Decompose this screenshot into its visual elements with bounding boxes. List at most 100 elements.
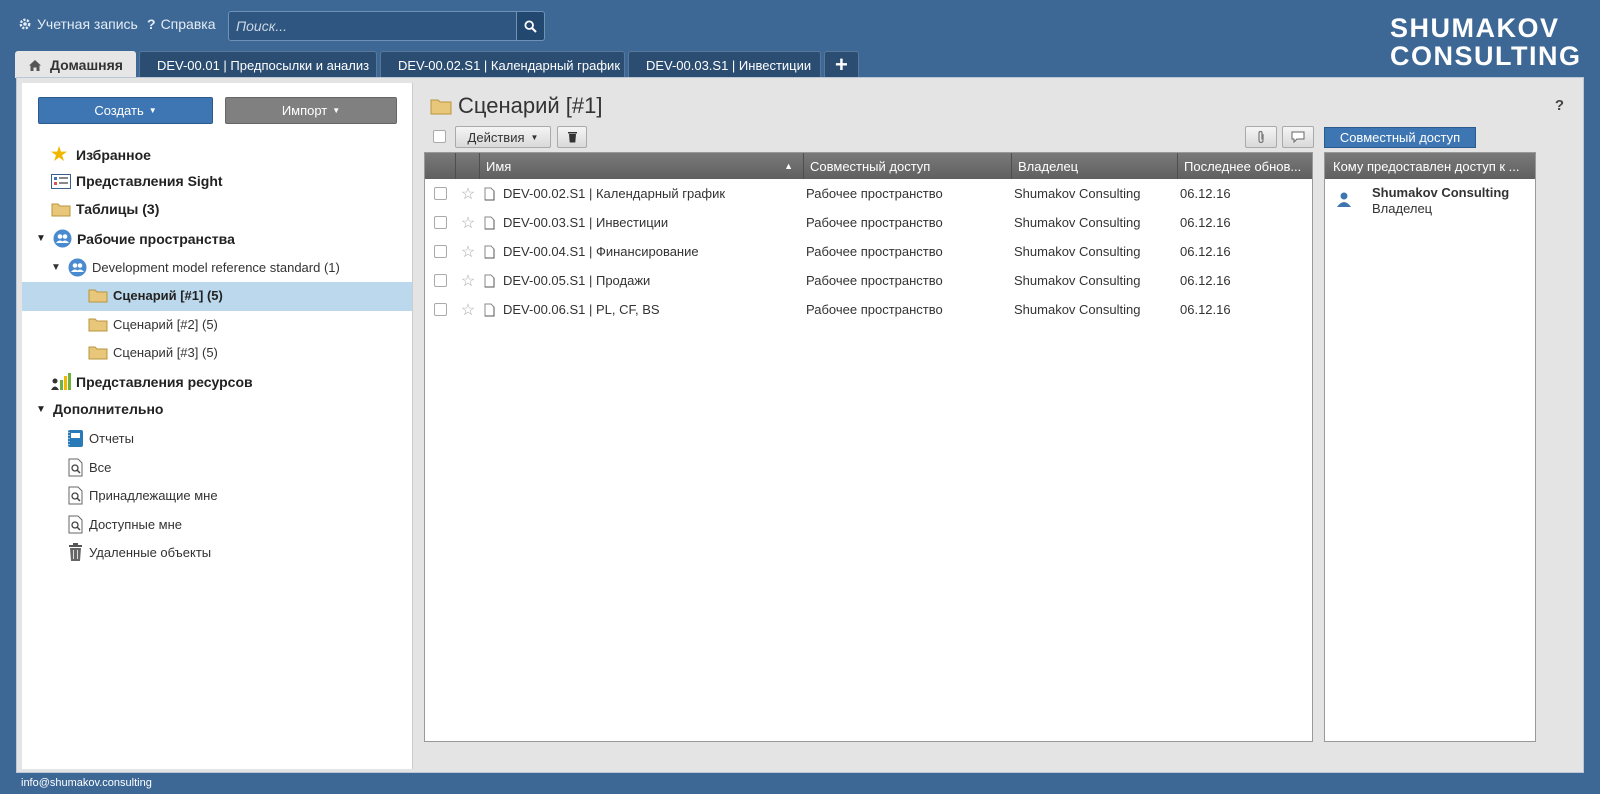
tree-favorites-label: Избранное bbox=[76, 146, 151, 163]
search-button[interactable] bbox=[517, 11, 545, 41]
caret-down-icon: ▼ bbox=[530, 132, 539, 142]
tree-tables[interactable]: Таблицы (3) bbox=[51, 201, 159, 217]
tree-scenario-2[interactable]: Сценарий [#2] (5) bbox=[88, 317, 218, 332]
row-owner: Shumakov Consulting bbox=[1014, 244, 1141, 259]
tree-resource-views[interactable]: Представления ресурсов bbox=[51, 373, 253, 391]
tab-label: DEV-00.03.S1 | Инвестиции bbox=[645, 57, 812, 73]
table-row[interactable]: ☆ DEV-00.05.S1 | Продажи Рабочее простра… bbox=[425, 266, 1312, 295]
header-last-updated[interactable]: Последнее обнов... bbox=[1178, 153, 1312, 179]
row-date: 06.12.16 bbox=[1180, 273, 1231, 288]
plus-icon: + bbox=[835, 52, 848, 77]
company-logo: SHUMAKOV CONSULTING bbox=[1390, 14, 1582, 70]
row-owner: Shumakov Consulting bbox=[1014, 215, 1141, 230]
star-outline-icon[interactable]: ☆ bbox=[461, 242, 475, 262]
tree-deleted[interactable]: Удаленные объекты bbox=[67, 543, 211, 562]
tab-label: DEV-00.02.S1 | Календарный график bbox=[397, 57, 621, 73]
row-checkbox[interactable] bbox=[434, 303, 447, 316]
tree-workspace-item-label: Development model reference standard (1) bbox=[92, 260, 340, 275]
row-sharing: Рабочее пространство bbox=[806, 244, 943, 259]
tab-home[interactable]: Домашняя bbox=[15, 51, 136, 78]
tab-dev-00-02[interactable]: DEV-00.02.S1 | Календарный график bbox=[379, 51, 625, 78]
row-checkbox[interactable] bbox=[434, 216, 447, 229]
star-outline-icon[interactable]: ☆ bbox=[461, 213, 475, 233]
comment-button[interactable] bbox=[1282, 126, 1314, 148]
sheet-icon bbox=[484, 303, 495, 316]
tree-all[interactable]: Все bbox=[67, 458, 111, 477]
table-row[interactable]: ☆ DEV-00.06.S1 | PL, CF, BS Рабочее прос… bbox=[425, 295, 1312, 324]
tab-dev-00-01[interactable]: DEV-00.01 | Предпосылки и анализ bbox=[138, 51, 377, 78]
header-name[interactable]: Имя ▲ bbox=[480, 153, 804, 179]
table-row[interactable]: ☆ DEV-00.02.S1 | Календарный график Рабо… bbox=[425, 179, 1312, 208]
delete-button[interactable] bbox=[557, 126, 587, 148]
tree-additional[interactable]: ▼ Дополнительно bbox=[36, 401, 163, 417]
header-owner[interactable]: Владелец bbox=[1012, 153, 1178, 179]
header-sharing[interactable]: Совместный доступ bbox=[804, 153, 1012, 179]
row-sharing: Рабочее пространство bbox=[806, 273, 943, 288]
row-checkbox[interactable] bbox=[434, 187, 447, 200]
question-icon: ? bbox=[147, 16, 156, 32]
folder-icon bbox=[430, 99, 452, 114]
tree-scenario-label: Сценарий [#2] (5) bbox=[113, 317, 218, 332]
star-outline-icon[interactable]: ☆ bbox=[461, 300, 475, 320]
share-panel-header: Кому предоставлен доступ к ... bbox=[1325, 153, 1535, 179]
page-title: Сценарий [#1] bbox=[430, 93, 602, 119]
table-row[interactable]: ☆ DEV-00.03.S1 | Инвестиции Рабочее прос… bbox=[425, 208, 1312, 237]
tree-additional-label: Дополнительно bbox=[53, 401, 164, 417]
sheet-icon bbox=[484, 216, 495, 229]
add-tab-button[interactable]: + bbox=[823, 51, 859, 78]
trash-icon bbox=[69, 543, 82, 561]
row-name: DEV-00.04.S1 | Финансирование bbox=[503, 244, 699, 259]
tree-workspace-item[interactable]: ▼ Development model reference standard (… bbox=[51, 258, 340, 277]
select-all-checkbox[interactable] bbox=[433, 130, 446, 143]
workspace-icon bbox=[53, 229, 72, 248]
sheet-icon bbox=[484, 187, 495, 200]
help-label: Справка bbox=[160, 16, 216, 32]
paperclip-icon bbox=[1258, 130, 1264, 144]
tree-reports-label: Отчеты bbox=[89, 431, 134, 446]
home-icon bbox=[29, 59, 41, 71]
row-date: 06.12.16 bbox=[1180, 186, 1231, 201]
items-table: Имя ▲ Совместный доступ Владелец Последн… bbox=[424, 152, 1313, 742]
star-outline-icon[interactable]: ☆ bbox=[461, 184, 475, 204]
top-bar: Учетная запись ? Справка Поиск... SHUMAK… bbox=[0, 0, 1600, 70]
tree-owned-by-me[interactable]: Принадлежащие мне bbox=[67, 486, 218, 505]
tree-reports[interactable]: Отчеты bbox=[67, 429, 134, 448]
import-button[interactable]: Импорт ▼ bbox=[225, 97, 397, 124]
account-link[interactable]: Учетная запись bbox=[18, 16, 138, 32]
search-bar: Поиск... bbox=[228, 11, 545, 41]
tree-workspaces[interactable]: ▼ Рабочие пространства bbox=[36, 229, 235, 248]
tree-shared-with-me[interactable]: Доступные мне bbox=[67, 515, 182, 534]
tab-dev-00-03[interactable]: DEV-00.03.S1 | Инвестиции bbox=[627, 51, 821, 78]
expand-triangle-icon[interactable]: ▼ bbox=[36, 233, 48, 244]
header-checkbox-column bbox=[425, 153, 456, 179]
row-checkbox[interactable] bbox=[434, 274, 447, 287]
trash-icon bbox=[567, 132, 577, 143]
footer-email[interactable]: info@shumakov.consulting bbox=[21, 777, 152, 789]
expand-triangle-icon[interactable]: ▼ bbox=[51, 262, 63, 273]
search-input[interactable]: Поиск... bbox=[228, 11, 517, 41]
tree-all-label: Все bbox=[89, 460, 112, 475]
share-access-button[interactable]: Совместный доступ bbox=[1324, 127, 1476, 148]
row-name: DEV-00.02.S1 | Календарный график bbox=[503, 186, 726, 201]
help-link[interactable]: ? Справка bbox=[147, 16, 215, 32]
tree-scenario-1[interactable]: Сценарий [#1] (5) bbox=[88, 288, 223, 303]
page-title-text: Сценарий [#1] bbox=[458, 93, 603, 118]
header-sharing-label: Совместный доступ bbox=[810, 158, 931, 174]
star-outline-icon[interactable]: ☆ bbox=[461, 271, 475, 291]
help-button[interactable]: ? bbox=[1555, 97, 1564, 114]
tree-scenario-3[interactable]: Сценарий [#3] (5) bbox=[88, 345, 218, 360]
tree-resource-views-label: Представления ресурсов bbox=[76, 374, 253, 390]
search-document-icon bbox=[68, 486, 83, 505]
account-label: Учетная запись bbox=[37, 16, 138, 32]
table-row[interactable]: ☆ DEV-00.04.S1 | Финансирование Рабочее … bbox=[425, 237, 1312, 266]
create-button[interactable]: Создать ▼ bbox=[38, 97, 213, 124]
tree-sight-views[interactable]: Представления Sight bbox=[51, 173, 223, 189]
caret-down-icon: ▼ bbox=[148, 106, 157, 115]
row-sharing: Рабочее пространство bbox=[806, 215, 943, 230]
actions-button[interactable]: Действия ▼ bbox=[455, 126, 551, 148]
header-updated-label: Последнее обнов... bbox=[1184, 158, 1302, 174]
row-checkbox[interactable] bbox=[434, 245, 447, 258]
expand-triangle-icon[interactable]: ▼ bbox=[36, 404, 48, 415]
tree-favorites[interactable]: ★ Избранное bbox=[51, 144, 151, 165]
attach-button[interactable] bbox=[1245, 126, 1277, 148]
